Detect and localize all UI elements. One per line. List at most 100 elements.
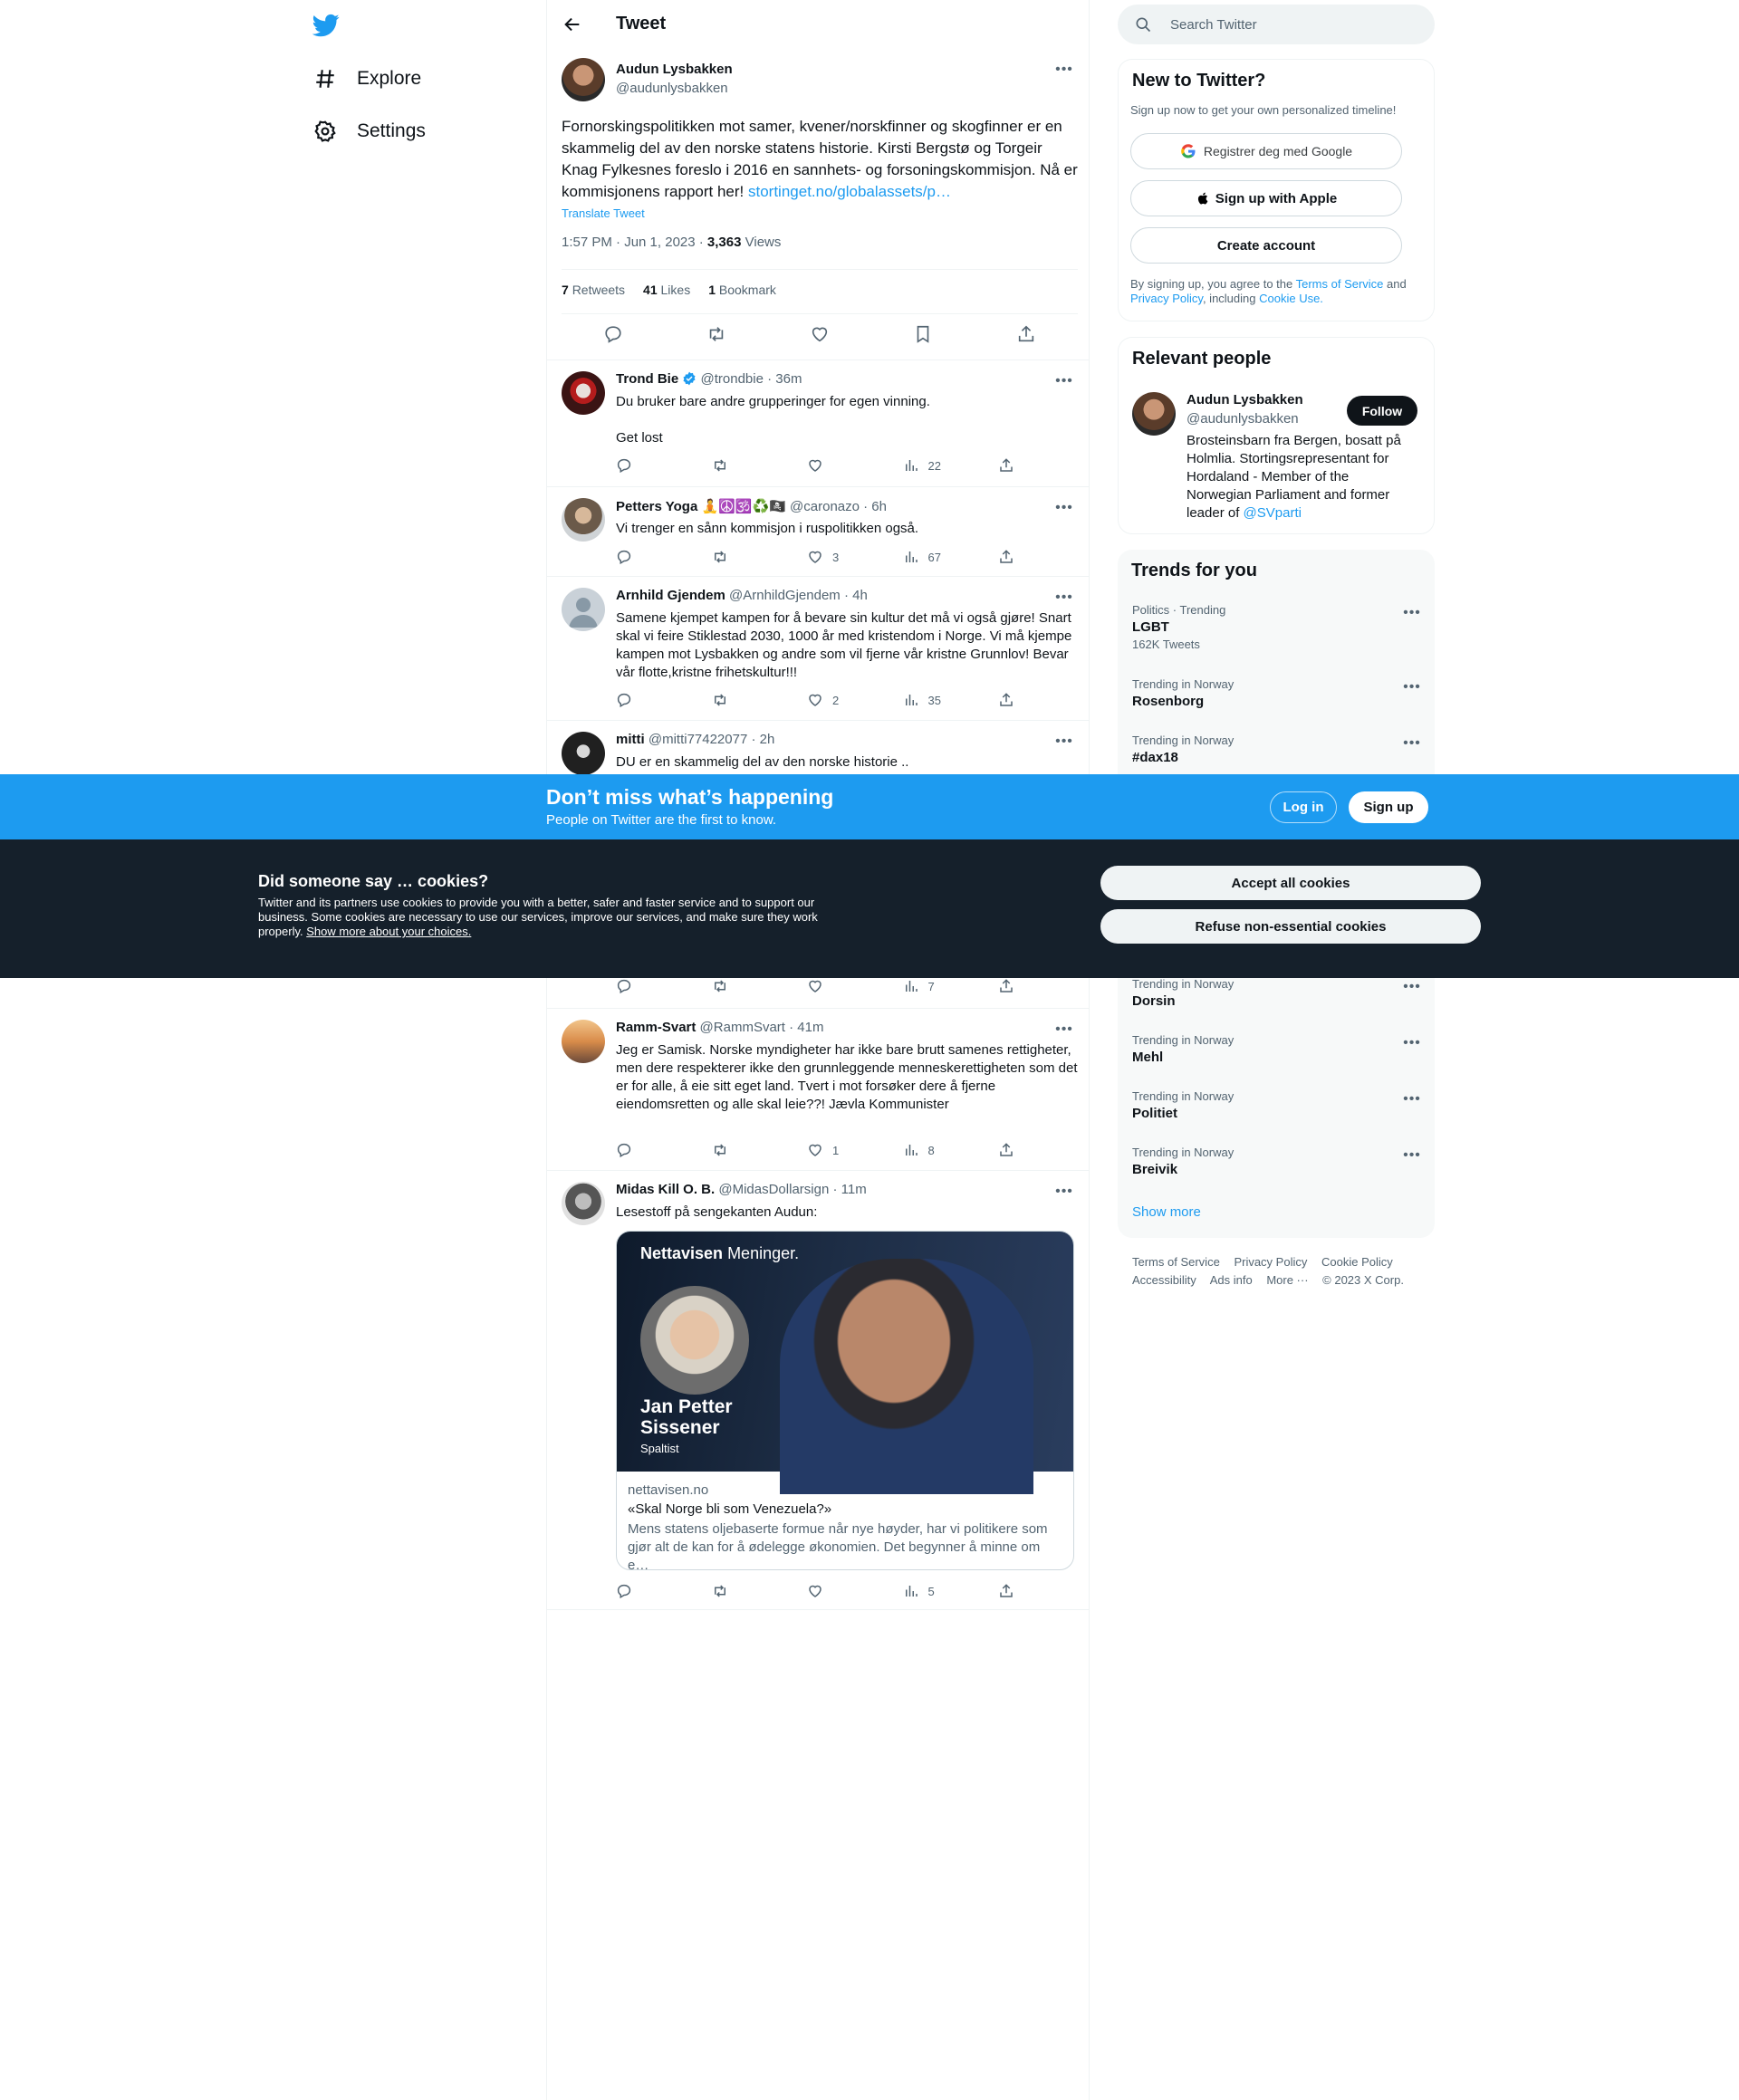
footer-privacy-link[interactable]: Privacy Policy bbox=[1234, 1255, 1307, 1269]
trend-item[interactable]: Trending in Norway Dorsin ••• bbox=[1132, 977, 1422, 1009]
trend-item[interactable]: Trending in Norway Rosenborg ••• bbox=[1132, 677, 1422, 709]
more-options-icon[interactable]: ••• bbox=[1402, 734, 1422, 753]
trend-item[interactable]: Trending in Norway Politiet ••• bbox=[1132, 1089, 1422, 1121]
person-name[interactable]: Audun Lysbakken bbox=[1187, 392, 1303, 408]
views-button[interactable]: 8 bbox=[903, 1142, 966, 1158]
bookmarks-stat[interactable]: 1 Bookmark bbox=[708, 283, 776, 297]
likes-stat[interactable]: 41 Likes bbox=[643, 283, 690, 297]
retweet-icon[interactable] bbox=[712, 457, 775, 474]
avatar[interactable] bbox=[562, 732, 605, 774]
share-icon[interactable] bbox=[998, 1583, 1014, 1599]
twitter-logo-icon[interactable] bbox=[312, 12, 340, 39]
more-options-icon[interactable]: ••• bbox=[1054, 1182, 1074, 1202]
share-icon[interactable] bbox=[998, 549, 1014, 565]
share-icon[interactable] bbox=[1014, 322, 1038, 346]
accept-cookies-button[interactable]: Accept all cookies bbox=[1100, 866, 1481, 900]
reply-tweet-partial[interactable]: 7 bbox=[547, 978, 1089, 1008]
views-button[interactable]: 7 bbox=[903, 978, 966, 994]
create-account-button[interactable]: Create account bbox=[1130, 227, 1402, 264]
refuse-cookies-button[interactable]: Refuse non-essential cookies bbox=[1100, 909, 1481, 944]
like-icon[interactable] bbox=[808, 322, 831, 346]
more-options-icon[interactable]: ••• bbox=[1402, 1033, 1422, 1053]
apple-signup-button[interactable]: Sign up with Apple bbox=[1130, 180, 1402, 216]
reply-handle[interactable]: @RammSvart · 41m bbox=[700, 1020, 824, 1035]
retweet-icon[interactable] bbox=[712, 1142, 775, 1158]
more-options-icon[interactable]: ••• bbox=[1054, 371, 1074, 391]
nav-settings[interactable]: Settings bbox=[312, 113, 426, 149]
retweet-icon[interactable] bbox=[712, 692, 775, 708]
like-icon[interactable] bbox=[807, 978, 870, 994]
more-options-icon[interactable]: ••• bbox=[1402, 1089, 1422, 1109]
trend-item[interactable]: Trending in Norway Mehl ••• bbox=[1132, 1033, 1422, 1065]
share-icon[interactable] bbox=[998, 1142, 1014, 1158]
like-button[interactable] bbox=[807, 457, 870, 474]
reply-author-name[interactable]: Midas Kill O. B. bbox=[616, 1182, 715, 1197]
nav-explore[interactable]: Explore bbox=[312, 61, 421, 97]
like-button[interactable]: 1 bbox=[807, 1142, 870, 1158]
reply-icon[interactable] bbox=[616, 1142, 679, 1158]
reply-handle[interactable]: @MidasDollarsign · 11m bbox=[718, 1182, 866, 1197]
reply-author-name[interactable]: Ramm-Svart bbox=[616, 1020, 696, 1035]
reply-tweet[interactable]: Midas Kill O. B. @MidasDollarsign · 11m … bbox=[547, 1170, 1089, 1610]
search-input[interactable]: Search Twitter bbox=[1118, 5, 1435, 44]
reply-tweet[interactable]: Ramm-Svart @RammSvart · 41m ••• Jeg er S… bbox=[547, 1008, 1089, 1170]
reply-tweet[interactable]: Arnhild Gjendem @ArnhildGjendem · 4h •••… bbox=[547, 576, 1089, 720]
reply-handle[interactable]: @ArnhildGjendem · 4h bbox=[729, 588, 868, 603]
avatar[interactable] bbox=[562, 371, 605, 415]
like-button[interactable]: 3 bbox=[807, 549, 870, 565]
tweet-timestamp[interactable]: 1:57 PM · Jun 1, 2023 · bbox=[562, 235, 707, 250]
reply-tweet[interactable]: Petters Yoga 🧘☮️🕉️♻️🏴‍☠️ @caronazo · 6h … bbox=[547, 486, 1089, 576]
avatar[interactable] bbox=[562, 1020, 605, 1063]
google-signup-button[interactable]: Registrer deg med Google bbox=[1130, 133, 1402, 169]
translate-tweet-link[interactable]: Translate Tweet bbox=[562, 206, 645, 220]
author-handle[interactable]: @audunlysbakken bbox=[616, 81, 728, 96]
terms-link[interactable]: Terms of Service bbox=[1296, 277, 1384, 291]
reply-author-name[interactable]: Trond Bie bbox=[616, 371, 678, 387]
trend-item[interactable]: Politics · Trending LGBT 162K Tweets ••• bbox=[1132, 603, 1422, 651]
reply-handle[interactable]: @mitti77422077 · 2h bbox=[649, 732, 774, 747]
more-options-icon[interactable]: ••• bbox=[1054, 1020, 1074, 1040]
reply-author-name[interactable]: Petters Yoga 🧘☮️🕉️♻️🏴‍☠️ bbox=[616, 499, 786, 514]
avatar[interactable] bbox=[1132, 392, 1176, 436]
footer-accessibility-link[interactable]: Accessibility bbox=[1132, 1273, 1196, 1287]
more-options-icon[interactable]: ••• bbox=[1054, 60, 1074, 80]
login-button[interactable]: Log in bbox=[1270, 791, 1337, 823]
reply-handle[interactable]: @trondbie · 36m bbox=[701, 371, 802, 387]
back-arrow-icon[interactable] bbox=[562, 14, 582, 34]
avatar[interactable] bbox=[562, 1182, 605, 1225]
privacy-link[interactable]: Privacy Policy bbox=[1130, 292, 1203, 305]
views-button[interactable]: 35 bbox=[903, 692, 966, 708]
share-icon[interactable] bbox=[998, 692, 1014, 708]
avatar[interactable] bbox=[562, 58, 605, 101]
reply-icon[interactable] bbox=[616, 1583, 679, 1599]
footer-cookie-link[interactable]: Cookie Policy bbox=[1321, 1255, 1393, 1269]
trend-item[interactable]: Trending in Norway #dax18 ••• bbox=[1132, 734, 1422, 765]
cookie-use-link[interactable]: Cookie Use. bbox=[1259, 292, 1323, 305]
tweet-link[interactable]: stortinget.no/globalassets/p… bbox=[748, 183, 951, 200]
signup-button[interactable]: Sign up bbox=[1349, 791, 1428, 823]
share-icon[interactable] bbox=[998, 978, 1014, 994]
more-options-icon[interactable]: ••• bbox=[1054, 732, 1074, 752]
default-avatar-icon[interactable] bbox=[562, 588, 605, 631]
more-options-icon[interactable]: ••• bbox=[1402, 677, 1422, 697]
cookie-choices-link[interactable]: Show more about your choices. bbox=[306, 925, 471, 938]
retweet-icon[interactable] bbox=[712, 978, 775, 994]
avatar[interactable] bbox=[562, 498, 605, 542]
more-options-icon[interactable]: ••• bbox=[1402, 1146, 1422, 1165]
reply-icon[interactable] bbox=[616, 549, 679, 565]
reply-icon[interactable] bbox=[616, 457, 679, 474]
trend-item[interactable]: Trending in Norway Breivik ••• bbox=[1132, 1146, 1422, 1177]
bio-link[interactable]: @SVparti bbox=[1244, 505, 1302, 521]
reply-author-name[interactable]: Arnhild Gjendem bbox=[616, 588, 725, 603]
retweet-icon[interactable] bbox=[712, 549, 775, 565]
follow-button[interactable]: Follow bbox=[1347, 396, 1417, 426]
footer-terms-link[interactable]: Terms of Service bbox=[1132, 1255, 1220, 1269]
like-icon[interactable] bbox=[807, 1583, 870, 1599]
more-options-icon[interactable]: ••• bbox=[1402, 603, 1422, 623]
reply-icon[interactable] bbox=[616, 978, 679, 994]
more-options-icon[interactable]: ••• bbox=[1054, 588, 1074, 608]
footer-ads-link[interactable]: Ads info bbox=[1210, 1273, 1253, 1287]
person-handle[interactable]: @audunlysbakken bbox=[1187, 411, 1299, 427]
views-button[interactable]: 5 bbox=[903, 1583, 966, 1599]
link-card[interactable]: Nettavisen Meninger. Jan Petter Sissener… bbox=[616, 1231, 1074, 1570]
